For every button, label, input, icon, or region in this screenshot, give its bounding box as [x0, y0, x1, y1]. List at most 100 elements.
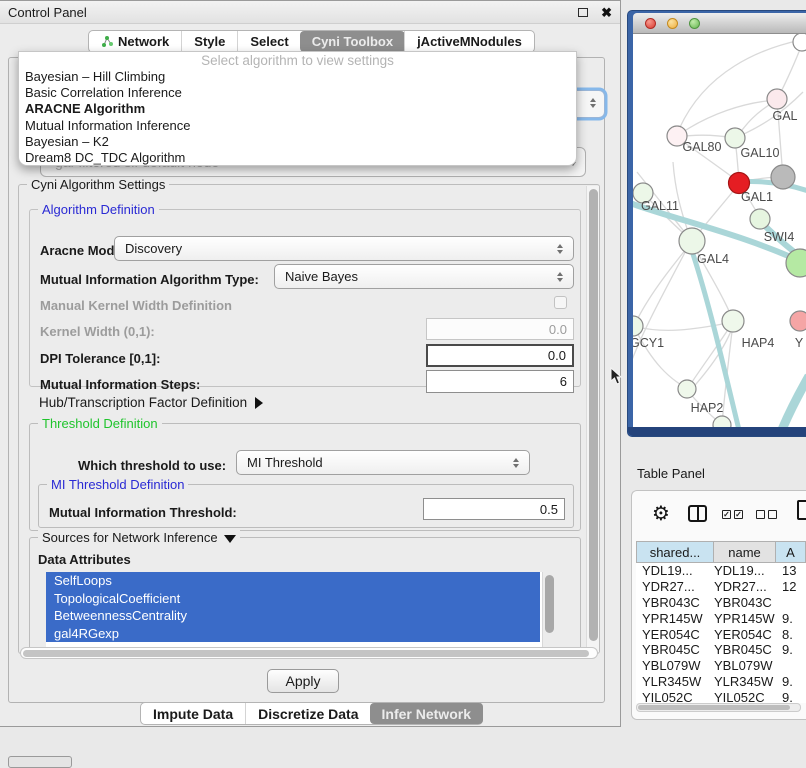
apply-button[interactable]: Apply	[267, 669, 339, 693]
dpi-tolerance-field[interactable]: 0.0	[426, 344, 574, 367]
tab-impute-data[interactable]: Impute Data	[141, 703, 245, 724]
which-threshold-combobox[interactable]: MI Threshold	[236, 450, 530, 475]
tab-infer-network-label: Infer Network	[382, 706, 471, 722]
table-row[interactable]: YBL079WYBL079W	[636, 658, 806, 674]
algorithm-definition-title: Algorithm Definition	[38, 202, 159, 217]
table-row[interactable]: YLR345WYLR345W9.	[636, 674, 806, 690]
which-threshold-label: Which threshold to use:	[78, 458, 226, 473]
scrollbar-thumb[interactable]	[545, 575, 554, 633]
mac-zoom-button[interactable]	[689, 18, 700, 29]
network-node-hap4[interactable]	[722, 310, 744, 332]
settings-horizontal-scrollbar[interactable]	[20, 647, 598, 659]
network-node-label: GCY1	[633, 336, 664, 350]
network-node[interactable]	[793, 34, 806, 51]
tab-cyni-toolbox[interactable]: Cyni Toolbox	[300, 31, 405, 52]
network-node-label: HAP4	[742, 336, 775, 350]
table-cell: YDR27...	[636, 579, 714, 594]
kernel-width-label: Kernel Width (0,1):	[40, 324, 155, 339]
network-node-gcy1[interactable]	[633, 316, 643, 336]
mac-close-button[interactable]	[645, 18, 656, 29]
tab-select[interactable]: Select	[237, 31, 300, 52]
column-header-name[interactable]: name	[714, 541, 776, 563]
float-icon[interactable]	[578, 8, 588, 17]
attributes-scrollbar[interactable]	[542, 572, 556, 652]
network-node-gal[interactable]	[767, 89, 787, 109]
data-attribute-item[interactable]: TopologicalCoefficient	[46, 590, 540, 608]
table-row[interactable]: YDL19...YDL19...13	[636, 563, 806, 579]
page-icon[interactable]	[797, 500, 806, 520]
network-node-gal4[interactable]	[679, 228, 705, 254]
close-icon[interactable]: ✖	[601, 6, 612, 19]
mi-threshold-field[interactable]: 0.5	[423, 498, 565, 520]
gear-icon[interactable]: ⚙	[652, 501, 670, 525]
desktop: { "window": { "title": "Control Panel" }…	[0, 0, 806, 762]
scrollbar-thumb[interactable]	[638, 705, 790, 710]
network-canvas[interactable]: GALGAL80GAL10GAL1GAL11SWI4GAL4GCY1HAP4YH…	[633, 34, 806, 427]
chevron-right-icon	[255, 397, 263, 409]
table-row[interactable]: YPR145WYPR145W9.	[636, 610, 806, 626]
network-window-titlebar[interactable]	[633, 13, 806, 34]
data-attribute-item[interactable]: BetweennessCentrality	[46, 607, 540, 625]
hub-definition-toggle[interactable]: Hub/Transcription Factor Definition	[39, 395, 263, 410]
partial-bottom-button[interactable]	[8, 756, 72, 768]
network-node-hap2[interactable]	[678, 380, 696, 398]
algorithm-option[interactable]: Bayesian – Hill Climbing	[19, 69, 576, 85]
control-panel-title: Control Panel	[8, 5, 578, 20]
network-node-gal10[interactable]	[725, 128, 745, 148]
columns-icon[interactable]	[688, 505, 707, 522]
network-node-y[interactable]	[790, 311, 806, 331]
mi-type-combobox[interactable]: Naive Bayes	[274, 264, 574, 289]
mi-threshold-value: 0.5	[540, 502, 558, 517]
network-node[interactable]	[713, 416, 731, 427]
table-row[interactable]: YBR043CYBR043C	[636, 595, 806, 611]
network-edge[interactable]	[634, 243, 691, 326]
tab-style[interactable]: Style	[181, 31, 237, 52]
algorithm-option[interactable]: Mutual Information Inference	[19, 118, 576, 134]
table-panel-title: Table Panel	[637, 466, 705, 481]
column-header-partial[interactable]: A	[776, 541, 806, 563]
data-attribute-item[interactable]: gal4RGexp	[46, 625, 540, 643]
kernel-width-value: 0.0	[549, 322, 567, 337]
tab-jactivemnodules[interactable]: jActiveMNodules	[404, 31, 534, 52]
scrollbar-thumb[interactable]	[23, 650, 589, 657]
mi-threshold-group-title: MI Threshold Definition	[47, 477, 188, 492]
column-header-shared[interactable]: shared...	[636, 541, 714, 563]
algorithm-option[interactable]: ARACNE Algorithm	[19, 101, 576, 117]
table-cell: YBL079W	[714, 658, 776, 673]
data-attributes-list[interactable]: SelfLoopsTopologicalCoefficientBetweenne…	[46, 572, 556, 652]
scrollbar-thumb[interactable]	[589, 189, 598, 641]
mi-steps-value: 6	[560, 374, 567, 389]
table-row[interactable]: YER054CYER054C8.	[636, 626, 806, 642]
mi-threshold-label: Mutual Information Threshold:	[49, 505, 237, 520]
tab-cyni-toolbox-label: Cyni Toolbox	[312, 34, 393, 49]
table-row[interactable]: YDR27...YDR27...12	[636, 579, 806, 595]
settings-vertical-scrollbar[interactable]	[586, 186, 599, 652]
data-attribute-item[interactable]: SelfLoops	[46, 572, 540, 590]
algorithm-option[interactable]: Bayesian – K2	[19, 134, 576, 150]
tab-discretize-data[interactable]: Discretize Data	[245, 703, 370, 724]
algorithm-option[interactable]: Basic Correlation Inference	[19, 85, 576, 101]
threshold-definition-title: Threshold Definition	[38, 416, 162, 431]
tab-network[interactable]: Network	[89, 31, 181, 52]
select-all-checkboxes-icon[interactable]: ✓✓	[722, 510, 743, 519]
sources-group-title[interactable]: Sources for Network Inference	[38, 530, 240, 545]
kernel-width-field[interactable]: 0.0	[426, 318, 574, 340]
network-edge-highlighted[interactable]	[781, 376, 806, 427]
algorithm-option[interactable]: Dream8 DC_TDC Algorithm	[19, 150, 576, 166]
table-row[interactable]: YBR045CYBR045C9.	[636, 642, 806, 658]
deselect-all-checkboxes-icon[interactable]	[756, 510, 777, 519]
chevron-down-icon	[224, 535, 236, 543]
tab-infer-network[interactable]: Infer Network	[370, 703, 483, 724]
mi-steps-field[interactable]: 6	[426, 370, 574, 393]
network-node[interactable]	[771, 165, 795, 189]
mac-minimize-button[interactable]	[667, 18, 678, 29]
network-node-swi4[interactable]	[750, 209, 770, 229]
table-row[interactable]: YIL052CYIL052C9.	[636, 689, 806, 703]
aracne-mode-combobox[interactable]: Discovery	[114, 236, 574, 261]
manual-kernel-checkbox[interactable]	[554, 296, 567, 309]
dropdown-placeholder: Select algorithm to view settings	[19, 53, 576, 69]
network-node-label: GAL4	[697, 252, 729, 266]
table-horizontal-scrollbar[interactable]	[636, 703, 801, 712]
table-cell: 13	[776, 563, 806, 578]
dpi-tolerance-value: 0.0	[548, 348, 566, 363]
